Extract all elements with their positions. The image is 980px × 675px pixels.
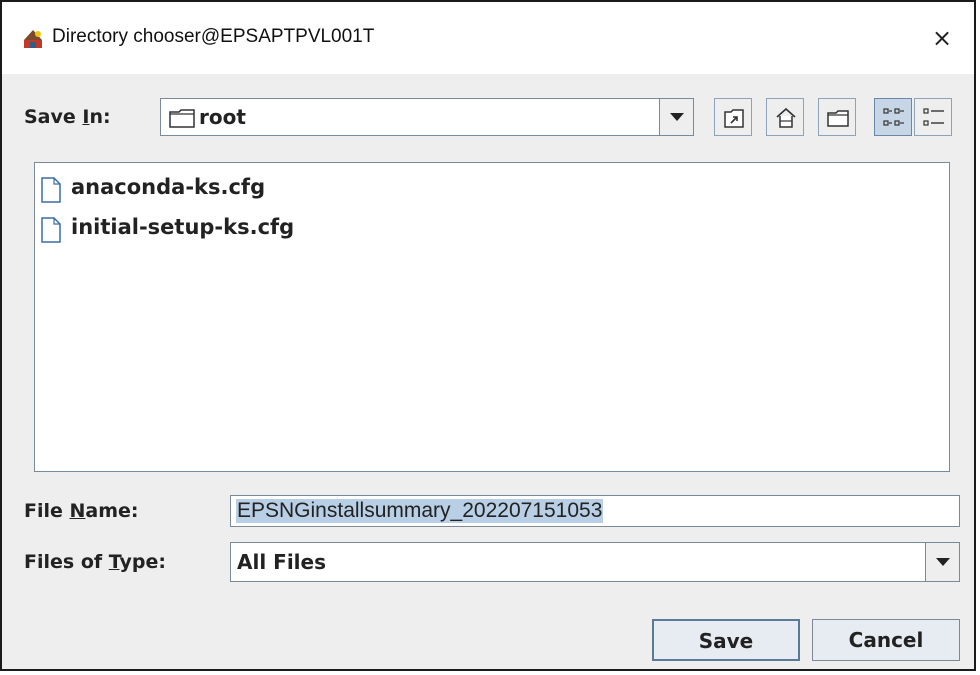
cancel-button[interactable]: Cancel	[812, 619, 960, 661]
java-app-icon	[24, 30, 42, 48]
up-one-level-button[interactable]	[714, 98, 752, 136]
file-name-label-post: ame:	[85, 500, 139, 522]
list-view-button[interactable]	[874, 98, 912, 136]
directory-chooser-dialog: Directory chooser@EPSAPTPVL001T × Save I…	[0, 0, 976, 671]
file-icon	[41, 177, 61, 203]
save-in-label: Save In:	[24, 106, 111, 128]
files-of-type-label: Files of Type:	[24, 551, 166, 573]
file-name-label-mnemonic: N	[69, 500, 86, 522]
files-of-type-value: All Files	[237, 550, 326, 574]
files-of-type-label-post: ype:	[119, 551, 166, 573]
files-of-type-combo[interactable]: All Files	[230, 542, 960, 582]
new-folder-icon	[827, 110, 849, 127]
save-in-combo[interactable]: root	[160, 98, 694, 136]
close-button[interactable]: ×	[924, 20, 960, 56]
save-in-dropdown-arrow[interactable]	[659, 99, 693, 135]
file-name: initial-setup-ks.cfg	[71, 215, 295, 239]
files-of-type-label-mnemonic: T	[108, 551, 120, 573]
files-of-type-label-pre: Files of	[24, 551, 109, 573]
home-button[interactable]	[766, 98, 804, 136]
file-name-value: EPSNGinstallsummary_202207151053	[236, 499, 604, 523]
details-view-button[interactable]	[914, 98, 952, 136]
title-bar[interactable]: Directory chooser@EPSAPTPVL001T ×	[2, 2, 974, 74]
file-name-label: File Name:	[24, 500, 139, 522]
file-icon	[41, 217, 61, 243]
save-in-value: root	[199, 105, 246, 129]
window-title: Directory chooser@EPSAPTPVL001T	[52, 26, 375, 47]
files-of-type-dropdown-arrow[interactable]	[925, 543, 959, 581]
list-view-icon	[883, 108, 904, 126]
file-name-input[interactable]: EPSNGinstallsummary_202207151053	[230, 495, 960, 527]
save-button[interactable]: Save	[652, 619, 800, 661]
folder-icon	[169, 109, 195, 128]
file-list[interactable]: anaconda-ks.cfg initial-setup-ks.cfg	[34, 162, 950, 472]
up-one-level-icon	[724, 109, 744, 128]
file-name: anaconda-ks.cfg	[71, 175, 266, 199]
home-icon	[776, 107, 796, 128]
new-folder-button[interactable]	[818, 98, 856, 136]
file-name-label-pre: File	[24, 500, 70, 522]
save-in-label-pre: Save	[24, 106, 83, 128]
save-in-label-post: n:	[89, 106, 111, 128]
details-view-icon	[923, 108, 944, 126]
